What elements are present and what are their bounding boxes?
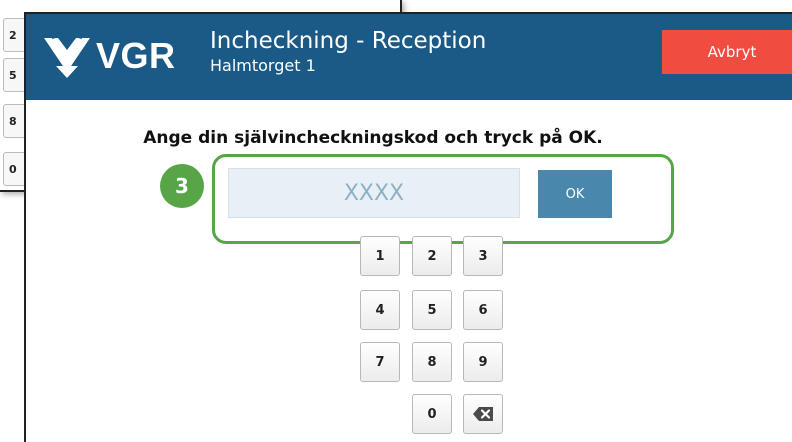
code-input[interactable] bbox=[228, 168, 520, 218]
location-subtitle: Halmtorget 1 bbox=[210, 56, 316, 75]
keypad-key-3[interactable]: 3 bbox=[463, 236, 503, 276]
ok-button[interactable]: OK bbox=[538, 170, 612, 218]
header-bar: VGR Incheckning - Reception Halmtorget 1… bbox=[26, 14, 792, 100]
cancel-button[interactable]: Avbryt bbox=[662, 30, 792, 74]
checkin-dialog: VGR Incheckning - Reception Halmtorget 1… bbox=[24, 12, 792, 442]
keypad-key-6[interactable]: 6 bbox=[463, 290, 503, 330]
backspace-button[interactable] bbox=[463, 394, 503, 434]
keypad-key-2[interactable]: 2 bbox=[412, 236, 452, 276]
step-number-badge: 3 bbox=[160, 164, 204, 208]
page-title: Incheckning - Reception bbox=[210, 28, 487, 54]
keypad-key-8[interactable]: 8 bbox=[412, 342, 452, 382]
keypad-key-7[interactable]: 7 bbox=[360, 342, 400, 382]
keypad-key-4[interactable]: 4 bbox=[360, 290, 400, 330]
backspace-icon bbox=[473, 407, 493, 421]
vgr-logo-icon bbox=[44, 32, 90, 78]
keypad-key-9[interactable]: 9 bbox=[463, 342, 503, 382]
keypad-key-0[interactable]: 0 bbox=[412, 394, 452, 434]
instruction-text: Ange din självincheckningskod och tryck … bbox=[143, 128, 603, 148]
keypad-key-1[interactable]: 1 bbox=[360, 236, 400, 276]
keypad-key-5[interactable]: 5 bbox=[412, 290, 452, 330]
logo-text: VGR bbox=[96, 35, 176, 76]
vgr-logo: VGR bbox=[42, 28, 192, 84]
